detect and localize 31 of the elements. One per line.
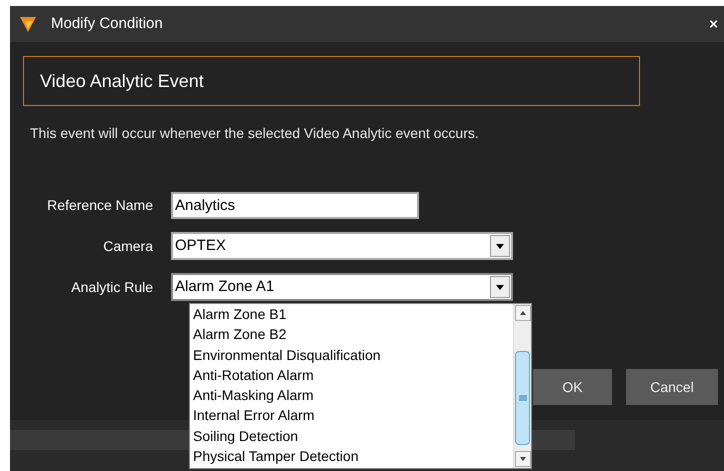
dropdown-option[interactable]: Alarm Zone B1 (193, 304, 513, 324)
select-value: OPTEX (175, 236, 227, 256)
dropdown-button[interactable] (490, 276, 510, 298)
dropdown-option[interactable]: Anti-Rotation Alarm (193, 364, 513, 386)
select-field[interactable]: OPTEX (171, 232, 513, 260)
text-field[interactable]: Analytics (171, 192, 419, 219)
dropdown-option[interactable]: Internal Error Alarm (193, 405, 513, 426)
field-label: Analytic Rule (70, 278, 154, 297)
caret-icon (496, 284, 504, 290)
cancel-button[interactable]: Cancel (626, 369, 718, 405)
logo-icon (19, 15, 37, 33)
grip-icon (518, 395, 526, 401)
dropdown-option[interactable]: Soiling Detection (193, 426, 513, 446)
scroll-thumb[interactable] (515, 351, 530, 445)
scroll-down-icon[interactable] (515, 451, 531, 467)
window-title: Modify Condition (51, 14, 163, 34)
select-field[interactable]: Alarm Zone A1 (171, 273, 513, 301)
dropdown-option[interactable]: Physical Tamper Detection (193, 446, 513, 466)
description-text: This event will occur whenever the selected Video Analytic event occurs. (29, 124, 480, 143)
field-label: Reference Name (46, 196, 154, 215)
dropdown-option[interactable]: Environmental Disqualification (193, 344, 513, 365)
select-value: Alarm Zone A1 (175, 276, 276, 297)
dropdown-option[interactable]: Alarm Zone B2 (193, 324, 513, 345)
dropdown-option[interactable]: Anti-Masking Alarm (193, 385, 513, 406)
caret-icon (496, 244, 504, 248)
ok-button[interactable]: OK (533, 369, 612, 405)
section-header: Video Analytic Event (23, 56, 640, 106)
scroll-up-icon[interactable] (515, 305, 531, 321)
dropdown-button[interactable] (490, 235, 510, 257)
field-label: Camera (102, 236, 154, 256)
close-button[interactable]: × (709, 16, 718, 32)
